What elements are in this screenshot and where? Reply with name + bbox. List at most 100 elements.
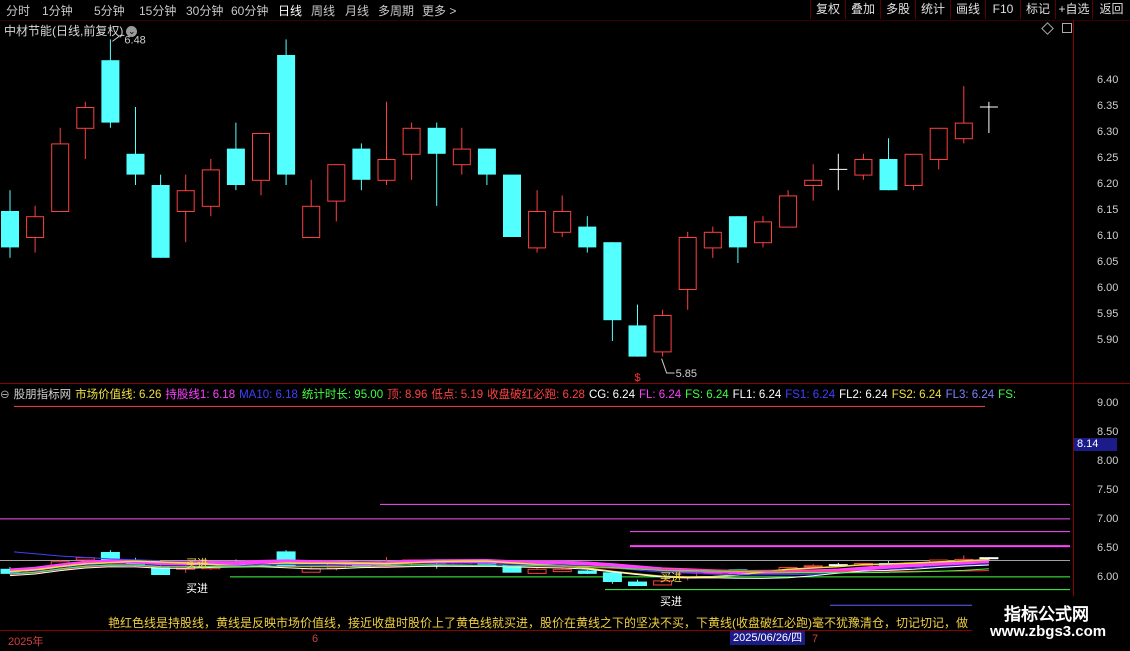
candle-body-down [728,216,747,248]
low-marker-arrow [661,358,675,374]
candle-body-up [703,231,722,249]
indicator-legend-item: 持股线1: 6.18 [165,389,236,401]
price-tick-label: 6.25 [1097,152,1119,164]
candle-body-up [76,107,95,129]
indicator-description: 艳红色线是持股线，黄线是反映市场价值线，接近收盘时股价上了黄色线就买进，股价在黄… [108,616,968,630]
high-marker-arrow [112,34,125,42]
indicator-legend-item: 顶: 8.96 [387,389,428,401]
candle-body-down [427,127,446,154]
price-tick-label: 5.90 [1097,334,1119,346]
low-price-label: 5.85 [676,368,697,380]
indicator-tick-label: 9.00 [1097,397,1119,409]
mini-candle-body [803,565,823,568]
indicator-legend-item: FS1: 6.24 [785,389,836,401]
price-tick-label: 6.20 [1097,178,1119,190]
mini-candle-body [527,568,547,574]
price-tick-label: 6.40 [1097,74,1119,86]
price-tick-label: 5.95 [1097,308,1119,320]
indicator-name[interactable]: 股朋指标网 [14,389,72,401]
indicator-tick-label: 7.50 [1097,484,1119,496]
indicator-legend-item: MA10: 6.18 [239,389,298,401]
candle-body-down [477,148,496,175]
cursor-date: 2025/06/26/四 [730,631,806,645]
indicator-legend-item: FL2: 6.24 [839,389,888,401]
signal-mark: $ [635,372,641,384]
candlestick-chart[interactable]: 6.485.85$买进买进买进买进 [0,0,1074,630]
price-tick-label: 6.15 [1097,204,1119,216]
collapse-icon[interactable]: ⊖ [0,389,10,401]
candle-body-down [603,242,622,321]
candle-body-up [327,164,346,202]
candle-body-up [954,122,973,140]
candle-body-up [678,237,697,290]
candle-body-up [302,205,321,239]
candle-body-down [101,60,120,123]
candle-body-up [377,159,396,181]
mini-candle-body [628,581,647,587]
indicator-legend-item: 低点: 5.19 [431,389,484,401]
buy-signal-label: 买进 [660,595,682,608]
watermark-title: 指标公式网 [1004,605,1089,624]
indicator-legend-item: FS: 6.24 [685,389,729,401]
candle-body-up [528,211,547,249]
mini-candle-body [577,570,597,574]
candle-body-down [1,211,19,248]
candle-body-up [553,211,572,233]
candle-body-down [151,185,170,258]
indicator-legend-item: 收盘破红必跑: 6.28 [487,389,585,401]
candle-body-down [503,174,521,237]
candle-body-up [176,190,195,212]
indicator-legend-item: FL3: 6.24 [945,389,995,401]
buy-signal-label: 买进 [186,582,208,595]
candle-body-up [653,315,672,353]
candle-body-up [51,143,70,212]
month-label-6: 6 [312,633,319,645]
candle-body-up [201,169,220,207]
indicator-legend-item: FL1: 6.24 [732,389,782,401]
watermark-url: www.zbgs3.com [990,623,1107,640]
indicator-value-tag: 8.14 [1074,438,1117,451]
candle-body-down [277,55,296,175]
buy-signal-label: 买进 [186,557,208,570]
candle-body-down [352,148,371,180]
candle-body-down [879,159,898,191]
price-tick-label: 6.35 [1097,100,1119,112]
candle-body-down [226,148,245,185]
candle-body-up [402,127,421,155]
candle-body-down [126,153,145,175]
mini-candle-body [602,572,622,582]
indicator-tick-label: 8.50 [1097,426,1119,438]
candle-body-up [804,179,823,187]
candle-body-up [754,221,772,244]
back-button[interactable]: 返回 [1092,0,1130,19]
price-tick-label: 6.00 [1097,282,1119,294]
indicator-legend-item: FL: 6.24 [638,389,682,401]
candle-body-down [578,226,597,248]
price-tick-label: 6.30 [1097,126,1119,138]
year-label: 2025年 [8,636,44,648]
indicator-tick-label: 6.50 [1097,542,1119,554]
indicator-legend-item: FS2: 6.24 [891,389,942,401]
candle-body-up [854,159,873,176]
mini-candle-body [979,557,999,560]
indicator-legend: ⊖ 股朋指标网 市场价值线: 6.26 持股线1: 6.18 MA10: 6.18 统计时… [0,386,1074,402]
price-tick-label: 6.05 [1097,256,1119,268]
watermark: 指标公式网 www.zbgs3.com [972,596,1130,650]
candle-body-up [779,195,798,228]
candle-body-up [252,133,270,181]
indicator-tick-label: 8.00 [1097,455,1119,467]
candle-body-up [452,148,471,166]
buy-signal-label: 买进 [660,571,682,584]
indicator-legend-item: CG: 6.24 [588,389,635,401]
candle-body-down [628,325,647,357]
mini-candle-body [552,568,572,573]
candle-body-up [26,216,45,238]
indicator-legend-item: 市场价值线: 6.26 [75,389,162,401]
high-price-label: 6.48 [124,34,145,46]
indicator-legend-item: 统计时长: 95.00 [301,389,384,401]
indicator-tick-label: 6.00 [1097,571,1119,583]
candle-body-up [904,153,923,187]
date-axis: 2025年 6 7 [0,630,1130,651]
candle-body-up [929,127,948,161]
price-tick-label: 6.10 [1097,230,1119,242]
